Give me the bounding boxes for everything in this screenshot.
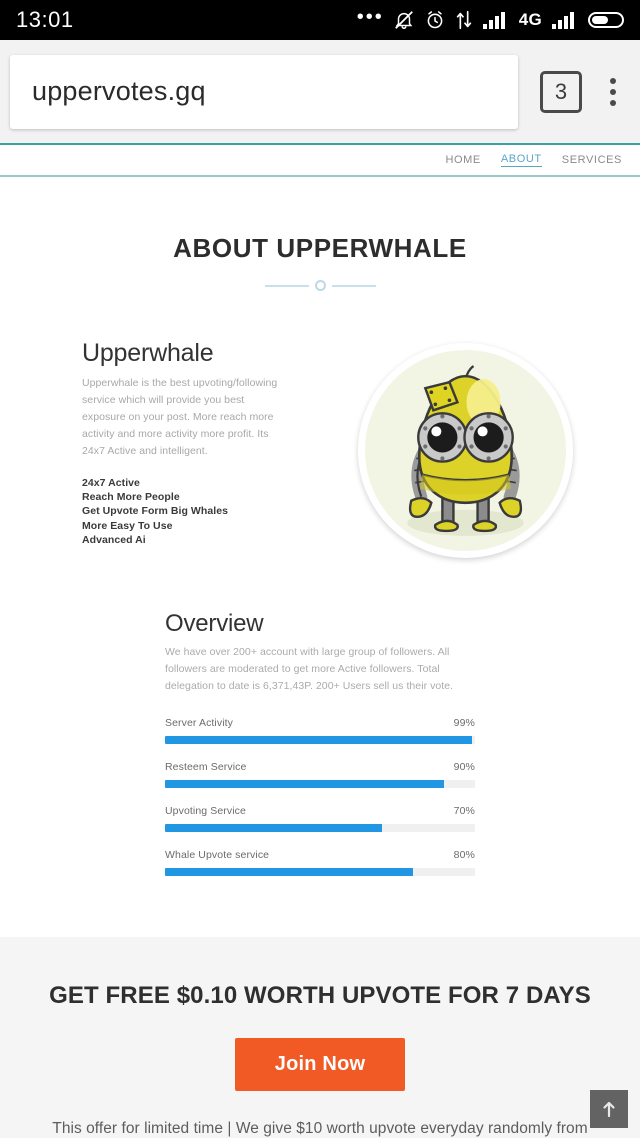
progress-row: Upvoting Service 70% [165, 805, 475, 832]
signal-bars-icon [482, 12, 505, 29]
overview-title: Overview [165, 610, 264, 637]
about-image-column [290, 339, 640, 558]
progress-value: 90% [453, 761, 475, 773]
title-divider [0, 280, 640, 291]
list-item: Get Upvote Form Big Whales [82, 505, 228, 518]
progress-value: 80% [453, 849, 475, 861]
progress-label: Whale Upvote service [165, 849, 270, 861]
list-item: More Easy To Use [82, 519, 173, 532]
data-transfer-icon [456, 10, 471, 30]
progress-track [165, 824, 475, 832]
progress-track [165, 736, 475, 744]
progress-label: Upvoting Service [165, 805, 246, 817]
about-text-column: Upperwhale Upperwhale is the best upvoti… [0, 339, 290, 558]
about-section: Upperwhale Upperwhale is the best upvoti… [0, 291, 640, 558]
network-type-label: 4G [518, 10, 542, 29]
progress-value: 70% [453, 805, 475, 817]
browser-menu-button[interactable] [602, 77, 630, 106]
progress-fill [165, 736, 472, 744]
divider-circle [314, 280, 326, 291]
page-title: ABOUT UPPERWHALE [173, 233, 467, 263]
progress-bar-list: Server Activity 99% Resteem Service 90% [165, 717, 475, 876]
cta-title: GET FREE $0.10 WORTH UPVOTE FOR 7 DAYS [49, 982, 591, 1009]
nav-item-about[interactable]: ABOUT [500, 153, 542, 167]
progress-fill [165, 780, 444, 788]
overview-section: Overview We have over 200+ account with … [0, 558, 640, 893]
progress-row: Server Activity 99% [165, 717, 475, 744]
nav-item-home[interactable]: HOME [445, 154, 480, 166]
progress-row: Resteem Service 90% [165, 761, 475, 788]
kebab-dot [610, 77, 616, 84]
ellipsis-icon: ••• [356, 6, 384, 28]
divider-line-right [331, 284, 376, 287]
kebab-dot [610, 99, 616, 106]
nav-item-services[interactable]: SERVICES [562, 154, 622, 166]
browser-toolbar: uppervotes.gq 3 [0, 40, 640, 143]
progress-fill [165, 868, 413, 876]
scroll-to-top-button[interactable] [590, 1090, 628, 1128]
signal-bars-2-icon [552, 12, 574, 29]
list-item: Reach More People [82, 491, 180, 504]
alarm-icon [427, 11, 443, 29]
tab-count-button[interactable]: 3 [540, 70, 582, 113]
progress-value: 99% [453, 717, 475, 729]
status-icon-tray: ••• 4G [356, 6, 628, 31]
brand-title: Upperwhale [82, 339, 214, 367]
status-time: 13:01 [16, 7, 74, 32]
cta-note: This offer for limited time | We give $1… [52, 1120, 588, 1138]
list-item: Advanced Ai [82, 533, 146, 546]
status-bar: 13:01 ••• 4G [0, 0, 640, 40]
site-navigation: HOME ABOUT SERVICES [0, 143, 640, 177]
overview-description: We have over 200+ account with large gro… [165, 646, 454, 692]
divider-line-left [264, 284, 309, 287]
phone-screen: 13:01 ••• 4G uppervotes.gq 3 HOME ABOUT … [0, 0, 640, 1138]
robot-mascot-icon [364, 350, 566, 551]
url-input[interactable]: uppervotes.gq [10, 54, 518, 129]
join-now-button[interactable]: Join Now [234, 1038, 406, 1092]
progress-track [165, 780, 475, 788]
cta-section: GET FREE $0.10 WORTH UPVOTE FOR 7 DAYS J… [0, 937, 640, 1138]
overview-box: Overview We have over 200+ account with … [165, 610, 475, 893]
page-content: ABOUT UPPERWHALE Upperwhale Upperwhale i… [0, 177, 640, 1138]
feature-list: 24x7 Active Reach More People Get Upvote… [82, 476, 280, 547]
battery-icon [588, 12, 624, 28]
brand-description: Upperwhale is the best upvoting/followin… [82, 377, 278, 457]
arrow-up-icon [603, 1101, 615, 1118]
mascot-avatar [357, 343, 573, 558]
progress-fill [165, 824, 382, 832]
progress-row: Whale Upvote service 80% [165, 849, 475, 876]
progress-label: Resteem Service [165, 761, 247, 773]
notifications-muted-icon [394, 11, 413, 29]
kebab-dot [610, 88, 616, 95]
progress-label: Server Activity [165, 717, 234, 729]
progress-track [165, 868, 475, 876]
list-item: 24x7 Active [82, 477, 140, 489]
